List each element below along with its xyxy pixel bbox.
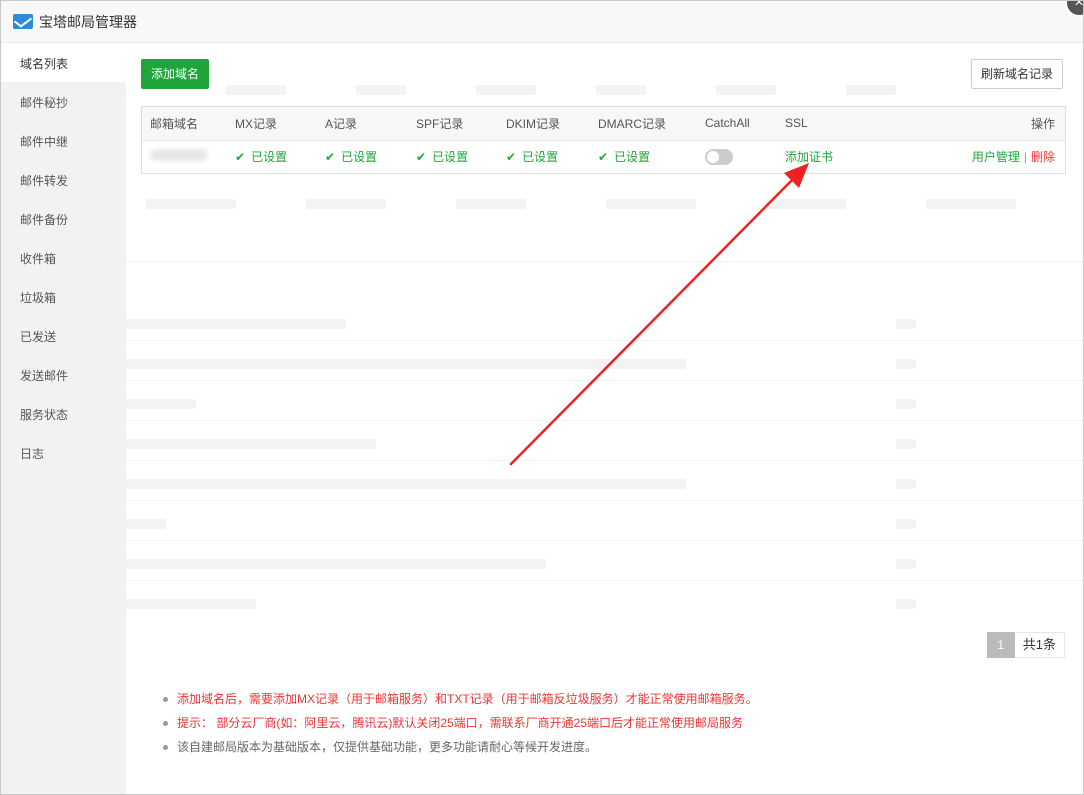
sidebar-item-domain-list[interactable]: 域名列表 [1, 43, 126, 82]
col-header-ssl: SSL [785, 116, 808, 131]
mail-icon [13, 14, 33, 29]
sidebar-item-inbox[interactable]: 收件箱 [1, 238, 126, 277]
pagination: 1 共1条 [986, 632, 1065, 658]
sidebar-item-spam[interactable]: 垃圾箱 [1, 277, 126, 316]
a-status: 已设置 [341, 150, 378, 165]
sidebar-item-mail-backup[interactable]: 邮件备份 [1, 199, 126, 238]
col-header-dmarc: DMARC记录 [598, 116, 666, 131]
check-icon: ✔ [325, 150, 336, 165]
catchall-toggle[interactable] [705, 148, 733, 165]
refresh-domain-records-button[interactable]: 刷新域名记录 [970, 59, 1063, 89]
sidebar: 域名列表 邮件秘抄 邮件中继 邮件转发 邮件备份 收件箱 垃圾箱 已发送 发送邮… [1, 43, 126, 794]
delete-link[interactable]: 删除 [1031, 150, 1055, 164]
mail-manager-window: 宝塔邮局管理器 × 域名列表 邮件秘抄 邮件中继 邮件转发 邮件备份 收件箱 垃… [0, 0, 1084, 795]
sidebar-item-mail-forward[interactable]: 邮件转发 [1, 160, 126, 199]
check-icon: ✔ [598, 150, 609, 165]
sidebar-item-sent[interactable]: 已发送 [1, 316, 126, 355]
notes-list: 添加域名后，需要添加MX记录（用于邮箱服务）和TXT记录（用于邮箱反垃圾服务）才… [163, 687, 758, 759]
add-certificate-link[interactable]: 添加证书 [785, 150, 833, 164]
check-icon: ✔ [506, 150, 517, 165]
col-header-catchall: CatchAll [705, 116, 750, 131]
table-row: ✔ 已设置 ✔ 已设置 ✔ 已设置 ✔ 已设置 ✔ 已设置 添加证书 用户管理 | 删除 [142, 140, 1065, 173]
col-header-domain: 邮箱域名 [150, 116, 199, 131]
check-icon: ✔ [235, 150, 246, 165]
note-item: 该自建邮局版本为基础版本，仅提供基础功能，更多功能请耐心等候开发进度。 [163, 735, 758, 759]
add-domain-button[interactable]: 添加域名 [141, 59, 210, 89]
domain-name-redacted [150, 149, 208, 162]
check-icon: ✔ [416, 150, 427, 165]
domain-table: 邮箱域名 MX记录 A记录 SPF记录 DKIM记录 DMARC记录 Catch… [141, 106, 1066, 174]
col-header-mx: MX记录 [235, 116, 278, 131]
sidebar-item-logs[interactable]: 日志 [1, 433, 126, 472]
page-number-current[interactable]: 1 [986, 632, 1015, 658]
dkim-status: 已设置 [522, 150, 559, 165]
note-item: 添加域名后，需要添加MX记录（用于邮箱服务）和TXT记录（用于邮箱反垃圾服务）才… [163, 687, 758, 711]
window-title: 宝塔邮局管理器 [39, 13, 137, 30]
sidebar-item-service-status[interactable]: 服务状态 [1, 394, 126, 433]
sidebar-item-compose[interactable]: 发送邮件 [1, 355, 126, 394]
col-header-dkim: DKIM记录 [506, 116, 561, 131]
user-manage-link[interactable]: 用户管理 [972, 150, 1020, 164]
dmarc-status: 已设置 [614, 150, 651, 165]
col-header-a: A记录 [325, 116, 358, 131]
note-item: 提示： 部分云厂商(如：阿里云，腾讯云)默认关闭25端口，需联系厂商开通25端口… [163, 711, 758, 735]
mx-status: 已设置 [251, 150, 288, 165]
sidebar-item-mail-relay[interactable]: 邮件中继 [1, 121, 126, 160]
main-content: 添加域名 刷新域名记录 邮箱域名 MX记录 A记录 SPF记录 DKIM记录 D… [126, 43, 1083, 794]
page-total-count: 共1条 [1014, 632, 1065, 658]
spf-status: 已设置 [432, 150, 469, 165]
sidebar-item-mail-bcc[interactable]: 邮件秘抄 [1, 82, 126, 121]
table-header-row: 邮箱域名 MX记录 A记录 SPF记录 DKIM记录 DMARC记录 Catch… [142, 107, 1065, 140]
col-header-spf: SPF记录 [416, 116, 464, 131]
action-separator: | [1023, 150, 1027, 165]
title-bar: 宝塔邮局管理器 [1, 1, 1083, 43]
col-header-actions: 操作 [1030, 116, 1055, 131]
